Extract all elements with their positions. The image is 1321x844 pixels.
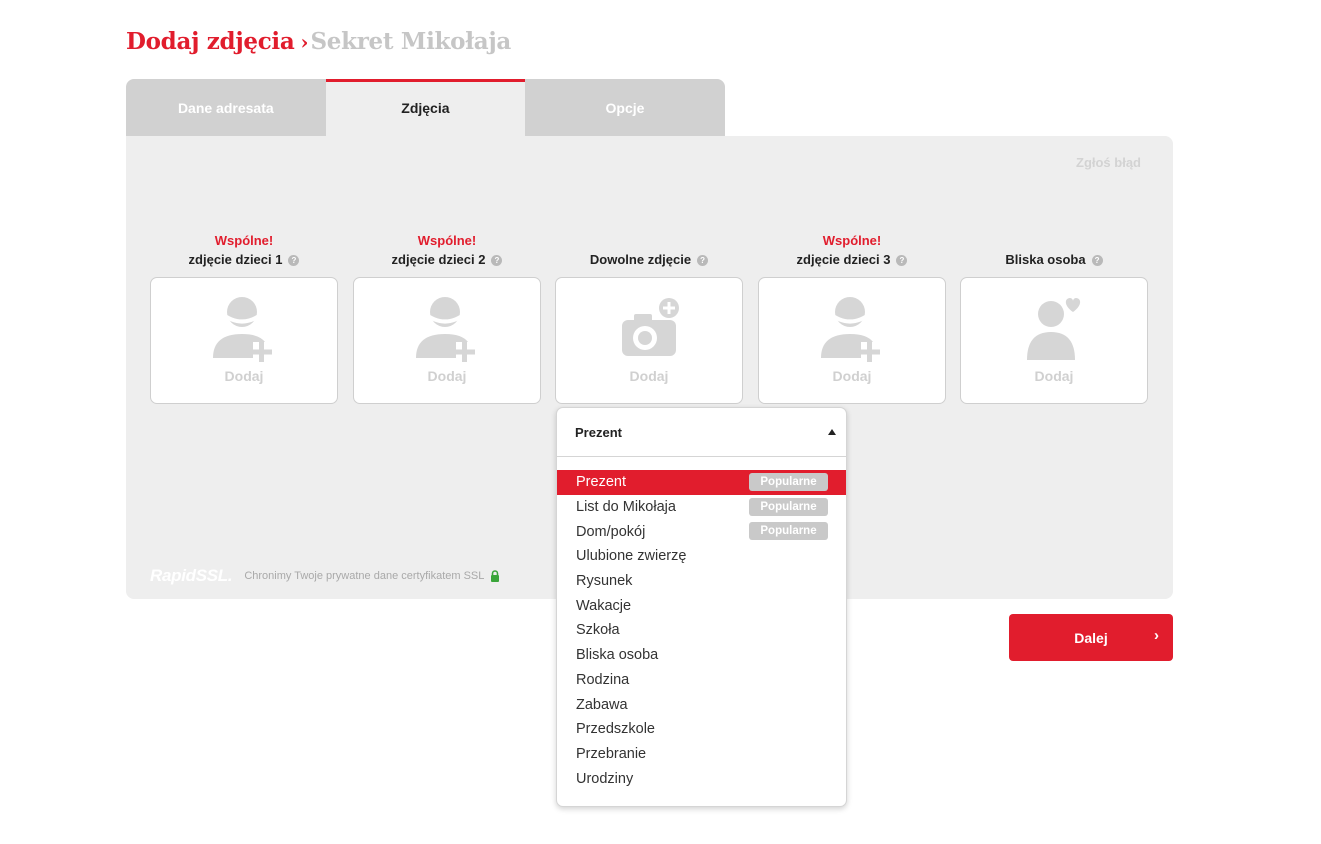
popular-badge: Popularne <box>749 473 828 491</box>
photo-slot-4: Wspólne! zdjęcie dzieci 3? Dodaj <box>758 231 946 404</box>
help-icon[interactable]: ? <box>288 254 300 266</box>
option-label: Przebranie <box>576 745 647 762</box>
add-photo-button[interactable]: Dodaj <box>758 277 946 404</box>
slot-label: zdjęcie dzieci 3 <box>796 252 891 267</box>
dropdown-option[interactable]: Rysunek <box>557 569 846 594</box>
slot-shared-badge <box>555 231 743 250</box>
tab-dane-adresata[interactable]: Dane adresata <box>126 79 326 136</box>
next-button-label: Dalej <box>1074 629 1108 646</box>
page-subtitle: Sekret Mikołaja <box>310 28 511 55</box>
slot-add-label: Dodaj <box>629 368 669 384</box>
dropdown-selected[interactable]: Prezent <box>557 408 846 457</box>
next-button[interactable]: Dalej › <box>1009 614 1173 661</box>
slot-header: Bliska osoba? <box>960 231 1148 277</box>
option-label: List do Mikołaja <box>576 499 676 516</box>
tab-bar: Dane adresata Zdjęcia Opcje <box>126 79 725 136</box>
lock-icon <box>491 570 500 582</box>
dropdown-option[interactable]: Prezent Popularne <box>557 470 846 495</box>
slot-shared-badge: Wspólne! <box>417 233 477 248</box>
ssl-text: Chronimy Twoje prywatne dane certyfikate… <box>244 570 485 582</box>
slot-header: Dowolne zdjęcie? <box>555 231 743 277</box>
tab-zdjecia[interactable]: Zdjęcia <box>325 79 526 136</box>
dropdown-option[interactable]: Przedszkole <box>557 717 846 742</box>
option-label: Rodzina <box>576 671 630 688</box>
dropdown-selected-value: Prezent <box>575 424 622 440</box>
slot-header: Wspólne! zdjęcie dzieci 2? <box>353 231 541 277</box>
slot-shared-badge: Wspólne! <box>822 233 882 248</box>
add-photo-button[interactable]: Dodaj <box>150 277 338 404</box>
person-add-icon <box>213 297 272 362</box>
option-label: Zabawa <box>576 696 628 713</box>
option-label: Urodziny <box>576 770 634 787</box>
photo-slot-2: Wspólne! zdjęcie dzieci 2? Dodaj <box>353 231 541 404</box>
help-icon[interactable]: ? <box>697 254 709 266</box>
camera-add-icon <box>622 298 679 356</box>
chevron-right-icon: › <box>1154 627 1159 644</box>
caret-up-icon[interactable] <box>828 429 836 435</box>
add-photo-button[interactable]: Dodaj <box>353 277 541 404</box>
dropdown-option[interactable]: Urodziny <box>557 766 846 791</box>
add-photo-button[interactable]: Dodaj <box>960 277 1148 404</box>
person-add-icon <box>416 297 475 362</box>
option-label: Dom/pokój <box>576 523 646 540</box>
add-photo-button[interactable]: Dodaj <box>555 277 743 404</box>
slot-label: Bliska osoba <box>1005 252 1086 267</box>
dropdown-option[interactable]: Wakacje <box>557 593 846 618</box>
dropdown-option[interactable]: Szkoła <box>557 618 846 643</box>
slot-add-label: Dodaj <box>1034 368 1074 384</box>
slot-header: Wspólne! zdjęcie dzieci 3? <box>758 231 946 277</box>
slot-shared-badge <box>960 231 1148 250</box>
photo-slot-1: Wspólne! zdjęcie dzieci 1? Dodaj <box>150 231 338 404</box>
popular-badge: Popularne <box>749 497 828 516</box>
breadcrumb-separator: › <box>300 29 309 54</box>
rapidssl-logo: RapidSSL. <box>150 566 233 585</box>
dropdown-option[interactable]: Zabawa <box>557 692 846 717</box>
category-dropdown[interactable]: Prezent Prezent Popularne List do Mikołaj… <box>556 407 847 807</box>
report-error-link[interactable]: Zgłoś błąd <box>1076 155 1141 170</box>
popular-badge: Popularne <box>749 522 828 541</box>
page-title: Dodaj zdjęcia › Sekret Mikołaja <box>126 28 511 55</box>
slot-add-label: Dodaj <box>427 368 467 384</box>
option-label: Bliska osoba <box>576 647 659 664</box>
dropdown-option[interactable]: Bliska osoba <box>557 643 846 668</box>
dropdown-option[interactable]: List do Mikołaja Popularne <box>557 495 846 520</box>
dropdown-option[interactable]: Przebranie <box>557 742 846 767</box>
photo-slot-5: Bliska osoba? Dodaj <box>960 231 1148 404</box>
help-icon[interactable]: ? <box>896 254 908 266</box>
option-label: Szkoła <box>576 622 620 639</box>
dropdown-option[interactable]: Ulubione zwierzę <box>557 544 846 569</box>
slot-add-label: Dodaj <box>224 368 264 384</box>
photo-slot-3: Dowolne zdjęcie? Dodaj <box>555 231 743 404</box>
slot-add-label: Dodaj <box>832 368 872 384</box>
option-label: Rysunek <box>576 573 633 590</box>
dropdown-options: Prezent Popularne List do Mikołaja Popular… <box>557 470 846 791</box>
slot-label: zdjęcie dzieci 2 <box>391 252 486 267</box>
dropdown-option[interactable]: Dom/pokój Popularne <box>557 519 846 544</box>
option-label: Ulubione zwierzę <box>576 548 687 565</box>
slot-shared-badge: Wspólne! <box>214 233 274 248</box>
option-label: Wakacje <box>576 597 632 614</box>
help-icon[interactable]: ? <box>1091 254 1103 266</box>
tab-opcje[interactable]: Opcje <box>525 79 725 136</box>
slot-label: zdjęcie dzieci 1 <box>188 252 283 267</box>
page-title-main: Dodaj zdjęcia <box>126 28 295 55</box>
slot-label: Dowolne zdjęcie <box>589 252 692 267</box>
person-heart-icon <box>1027 298 1081 360</box>
option-label: Prezent <box>576 474 626 491</box>
slot-header: Wspólne! zdjęcie dzieci 1? <box>150 231 338 277</box>
dropdown-option[interactable]: Rodzina <box>557 668 846 693</box>
person-add-icon <box>821 297 880 362</box>
ssl-notice: RapidSSL. Chronimy Twoje prywatne dane c… <box>150 566 500 586</box>
option-label: Przedszkole <box>576 721 655 738</box>
help-icon[interactable]: ? <box>491 254 503 266</box>
